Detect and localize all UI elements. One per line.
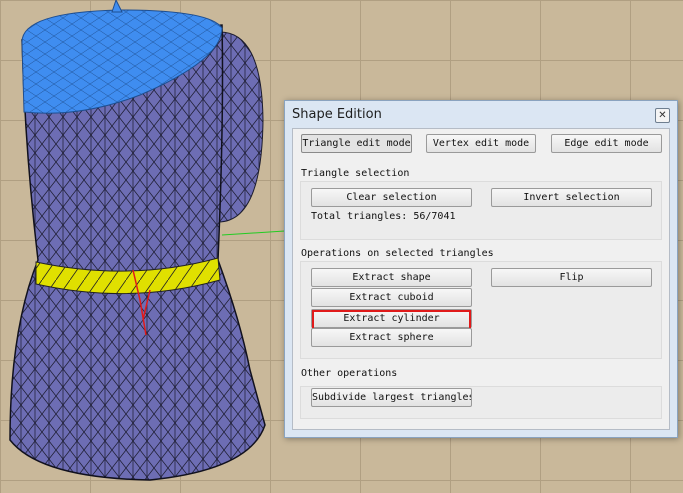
dialog-title: Shape Edition [292, 107, 382, 122]
extract-sphere-button[interactable]: Extract sphere [311, 328, 472, 347]
extract-shape-button[interactable]: Extract shape [311, 268, 472, 287]
edge-edit-mode-button[interactable]: Edge edit mode [551, 134, 662, 153]
close-button[interactable]: ✕ [655, 108, 670, 123]
operations-heading: Operations on selected triangles [301, 248, 494, 259]
invert-selection-button[interactable]: Invert selection [491, 188, 652, 207]
vertex-edit-mode-button[interactable]: Vertex edit mode [426, 134, 536, 153]
clear-selection-button[interactable]: Clear selection [311, 188, 472, 207]
flip-button[interactable]: Flip [491, 268, 652, 287]
triangle-edit-mode-button[interactable]: Triangle edit mode [301, 134, 412, 153]
subdivide-button[interactable]: Subdivide largest triangles [311, 388, 472, 407]
triangle-selection-heading: Triangle selection [301, 168, 410, 179]
dialog-titlebar[interactable]: Shape Edition ✕ [285, 101, 677, 129]
extract-cuboid-button[interactable]: Extract cuboid [311, 288, 472, 307]
other-operations-heading: Other operations [301, 368, 398, 379]
close-icon: ✕ [658, 110, 667, 121]
total-triangles-text: Total triangles: 56/7041 [311, 211, 456, 222]
